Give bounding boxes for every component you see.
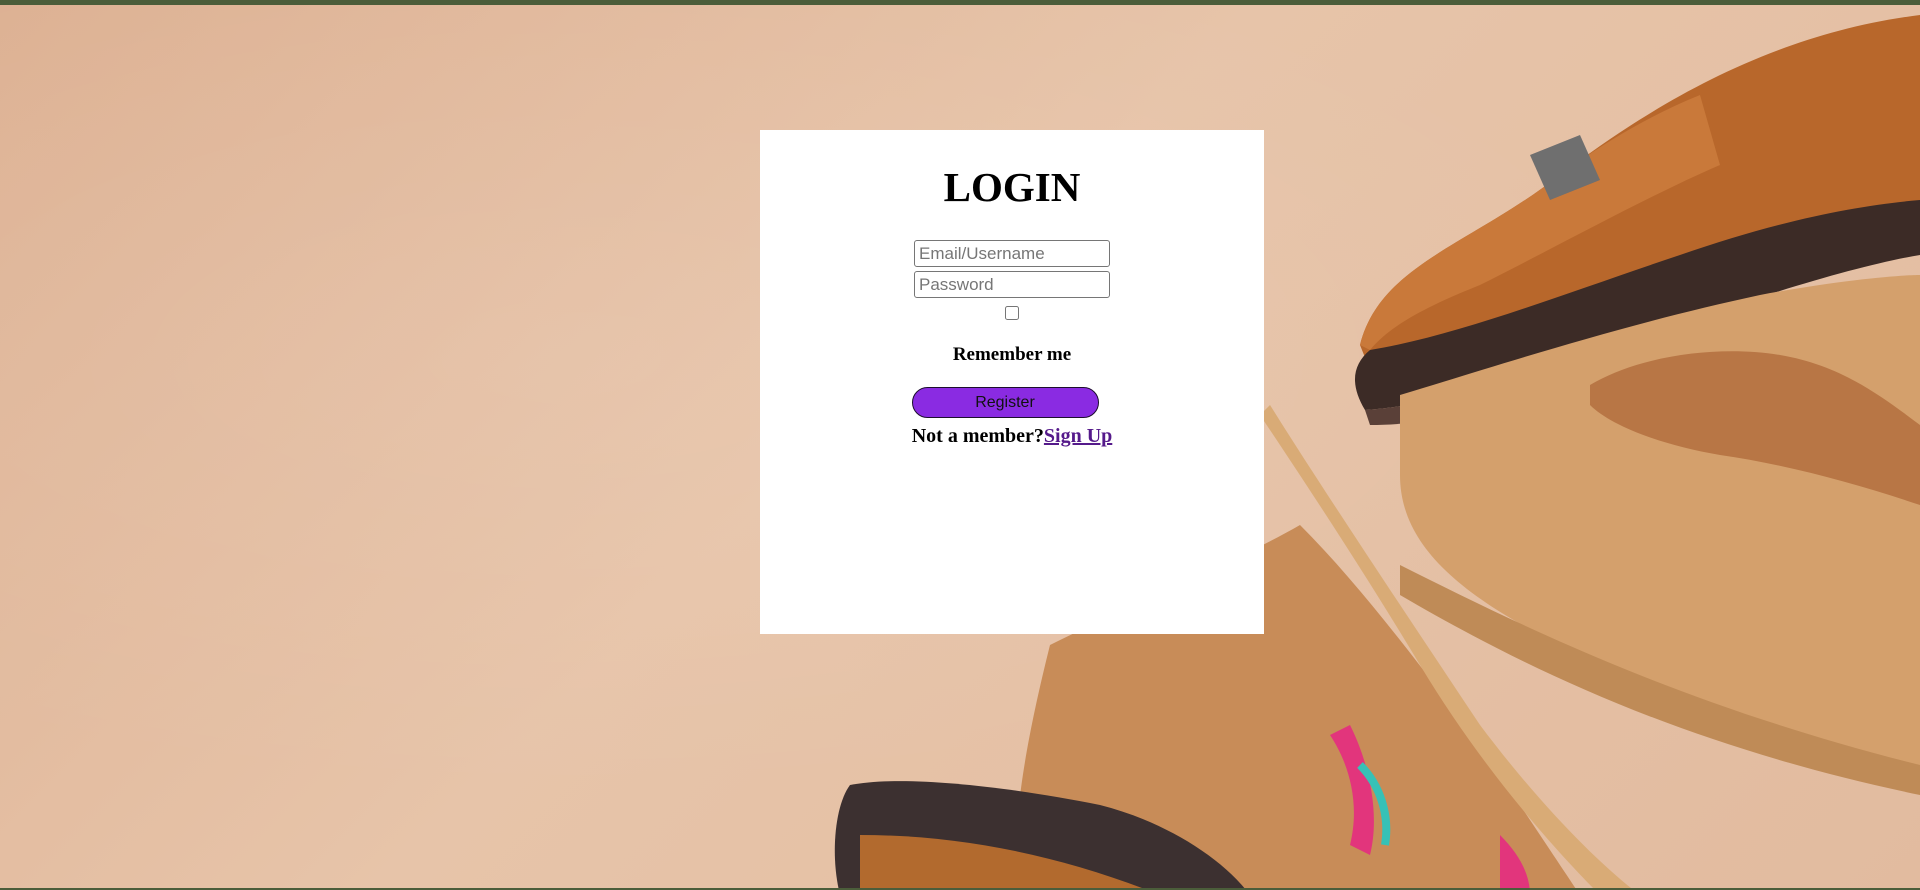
login-card: LOGIN Remember me Register Not a member?… — [760, 130, 1264, 634]
email-username-input[interactable] — [914, 240, 1110, 267]
remember-me-label: Remember me — [952, 344, 1072, 365]
sign-up-link[interactable]: Sign Up — [1044, 425, 1112, 447]
remember-me-checkbox[interactable] — [1005, 306, 1019, 320]
password-input[interactable] — [914, 271, 1110, 298]
login-title: LOGIN — [943, 164, 1081, 210]
not-member-text: Not a member? — [911, 425, 1044, 447]
register-button[interactable]: Register — [911, 387, 1099, 418]
signup-prompt: Not a member?Sign Up — [760, 424, 1264, 448]
